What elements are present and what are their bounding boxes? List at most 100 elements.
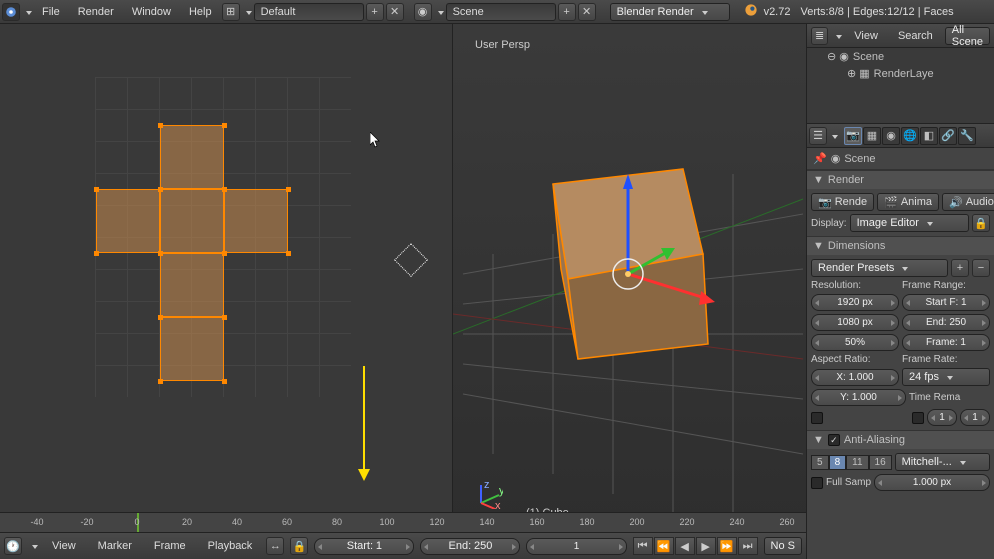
- blender-icon[interactable]: [2, 3, 20, 21]
- jump-end-icon[interactable]: ⏭: [738, 537, 758, 555]
- uv-vertex[interactable]: [222, 315, 227, 320]
- outliner-search[interactable]: Search: [890, 26, 941, 46]
- tl-menu-playback[interactable]: Playback: [200, 536, 261, 556]
- cube-mesh[interactable]: [553, 169, 708, 359]
- uv-vertex[interactable]: [286, 251, 291, 256]
- play-icon[interactable]: ▶: [696, 537, 716, 555]
- layout-field[interactable]: Default: [254, 3, 364, 21]
- res-y-field[interactable]: 1080 px: [811, 314, 899, 331]
- props-type-chev[interactable]: [828, 130, 838, 142]
- uv-vertex[interactable]: [158, 315, 163, 320]
- outliner-type-icon[interactable]: ≣: [811, 27, 828, 45]
- start-frame-field[interactable]: Start: 1: [314, 538, 414, 555]
- uv-face[interactable]: [160, 125, 224, 189]
- border-checkbox[interactable]: [811, 412, 823, 424]
- outliner-filter[interactable]: All Scene: [945, 27, 990, 45]
- lock-icon[interactable]: 🔒: [972, 214, 990, 232]
- scene-add[interactable]: +: [558, 3, 576, 21]
- preset-remove[interactable]: −: [972, 259, 990, 277]
- current-frame-field[interactable]: 1: [526, 538, 626, 555]
- uv-vertex[interactable]: [94, 251, 99, 256]
- uv-face[interactable]: [224, 189, 288, 253]
- audio-button[interactable]: 🔊Audio: [942, 193, 994, 211]
- uv-vertex[interactable]: [222, 251, 227, 256]
- uv-vertex[interactable]: [158, 379, 163, 384]
- screen-browse-icon[interactable]: ⊞: [222, 3, 240, 21]
- animation-button[interactable]: 🎬Anima: [877, 193, 939, 211]
- aspect-x-field[interactable]: X: 1.000: [811, 369, 899, 386]
- remap-old-field[interactable]: 1: [927, 409, 957, 426]
- tree-scene[interactable]: ⊖ ◉ Scene: [807, 48, 994, 65]
- panel-aa-header[interactable]: ▼ Anti-Aliasing: [807, 431, 994, 449]
- aa-checkbox[interactable]: [828, 434, 840, 446]
- pin-icon[interactable]: 📌: [813, 152, 827, 165]
- uv-vertex[interactable]: [222, 187, 227, 192]
- range-icon[interactable]: ↔: [266, 537, 284, 555]
- play-reverse-icon[interactable]: ◀: [675, 537, 695, 555]
- frame-step-field[interactable]: Frame: 1: [902, 334, 990, 351]
- end-frame-field[interactable]: End: 250: [420, 538, 520, 555]
- uv-vertex[interactable]: [158, 123, 163, 128]
- aa-sample-16[interactable]: 16: [869, 455, 892, 470]
- res-percent-field[interactable]: 50%: [811, 334, 899, 351]
- render-engine-dropdown[interactable]: Blender Render: [610, 3, 730, 21]
- panel-render-header[interactable]: ▼ Render: [807, 171, 994, 189]
- menu-file[interactable]: File: [34, 2, 68, 22]
- uv-vertex[interactable]: [222, 379, 227, 384]
- uv-vertex[interactable]: [222, 123, 227, 128]
- scene-field[interactable]: Scene: [446, 3, 556, 21]
- full-sample-checkbox[interactable]: [811, 477, 823, 489]
- aa-size-field[interactable]: 1.000 px: [874, 474, 990, 491]
- editor-type-dropdown[interactable]: [22, 6, 32, 18]
- uv-face[interactable]: [160, 253, 224, 317]
- panel-dimensions-header[interactable]: ▼ Dimensions: [807, 237, 994, 255]
- tl-menu-frame[interactable]: Frame: [146, 536, 194, 556]
- aa-filter-dropdown[interactable]: Mitchell-...: [895, 453, 990, 471]
- crop-checkbox[interactable]: [912, 412, 924, 424]
- tree-renderlayers[interactable]: ⊕ ▦ RenderLaye: [807, 65, 994, 82]
- outliner-view[interactable]: View: [846, 26, 886, 46]
- tab-modifiers-icon[interactable]: 🔧: [958, 127, 976, 145]
- frame-end-field[interactable]: End: 250: [902, 314, 990, 331]
- viewport-canvas[interactable]: User Persp (1) Cube z y x: [453, 24, 806, 531]
- uv-vertex[interactable]: [286, 187, 291, 192]
- keyframe-prev-icon[interactable]: ⏪: [654, 537, 674, 555]
- frame-start-field[interactable]: Start F: 1: [902, 294, 990, 311]
- uv-vertex[interactable]: [158, 251, 163, 256]
- tab-scene-icon[interactable]: ◉: [882, 127, 900, 145]
- layout-dropdown-toggle[interactable]: [242, 6, 252, 18]
- aspect-y-field[interactable]: Y: 1.000: [811, 389, 906, 406]
- uv-face[interactable]: [160, 317, 224, 381]
- sync-dropdown[interactable]: No S: [764, 537, 802, 555]
- res-x-field[interactable]: 1920 px: [811, 294, 899, 311]
- timeline-type-chev[interactable]: [28, 540, 38, 552]
- remap-new-field[interactable]: 1: [960, 409, 990, 426]
- uv-face[interactable]: [160, 189, 224, 253]
- uv-vertex[interactable]: [94, 187, 99, 192]
- tab-object-icon[interactable]: ◧: [920, 127, 938, 145]
- layout-add[interactable]: +: [366, 3, 384, 21]
- fps-dropdown[interactable]: 24 fps: [902, 368, 990, 386]
- props-type-icon[interactable]: ☰: [809, 127, 827, 145]
- layout-remove[interactable]: ✕: [386, 3, 404, 21]
- tab-layers-icon[interactable]: ▦: [863, 127, 881, 145]
- preset-add[interactable]: +: [951, 259, 969, 277]
- display-dropdown[interactable]: Image Editor: [850, 214, 969, 232]
- uv-vertex[interactable]: [158, 187, 163, 192]
- timeline-type-icon[interactable]: 🕐: [4, 537, 22, 555]
- scene-remove[interactable]: ✕: [578, 3, 596, 21]
- tab-world-icon[interactable]: 🌐: [901, 127, 919, 145]
- uv-canvas[interactable]: [0, 24, 452, 531]
- lock-range-icon[interactable]: 🔒: [290, 537, 308, 555]
- aa-sample-8[interactable]: 8: [829, 455, 847, 470]
- scene-dropdown-toggle[interactable]: [434, 6, 444, 18]
- render-presets-dropdown[interactable]: Render Presets: [811, 259, 948, 277]
- tab-constraints-icon[interactable]: 🔗: [939, 127, 957, 145]
- aa-sample-5[interactable]: 5: [811, 455, 829, 470]
- keyframe-next-icon[interactable]: ⏩: [717, 537, 737, 555]
- tab-render-icon[interactable]: 📷: [844, 127, 862, 145]
- tl-menu-marker[interactable]: Marker: [90, 536, 140, 556]
- timeline-ruler[interactable]: -40 -20 0 20 40 60 80 100 120 140 160 18…: [0, 513, 806, 533]
- menu-render[interactable]: Render: [70, 2, 122, 22]
- scene-browse-icon[interactable]: ◉: [414, 3, 432, 21]
